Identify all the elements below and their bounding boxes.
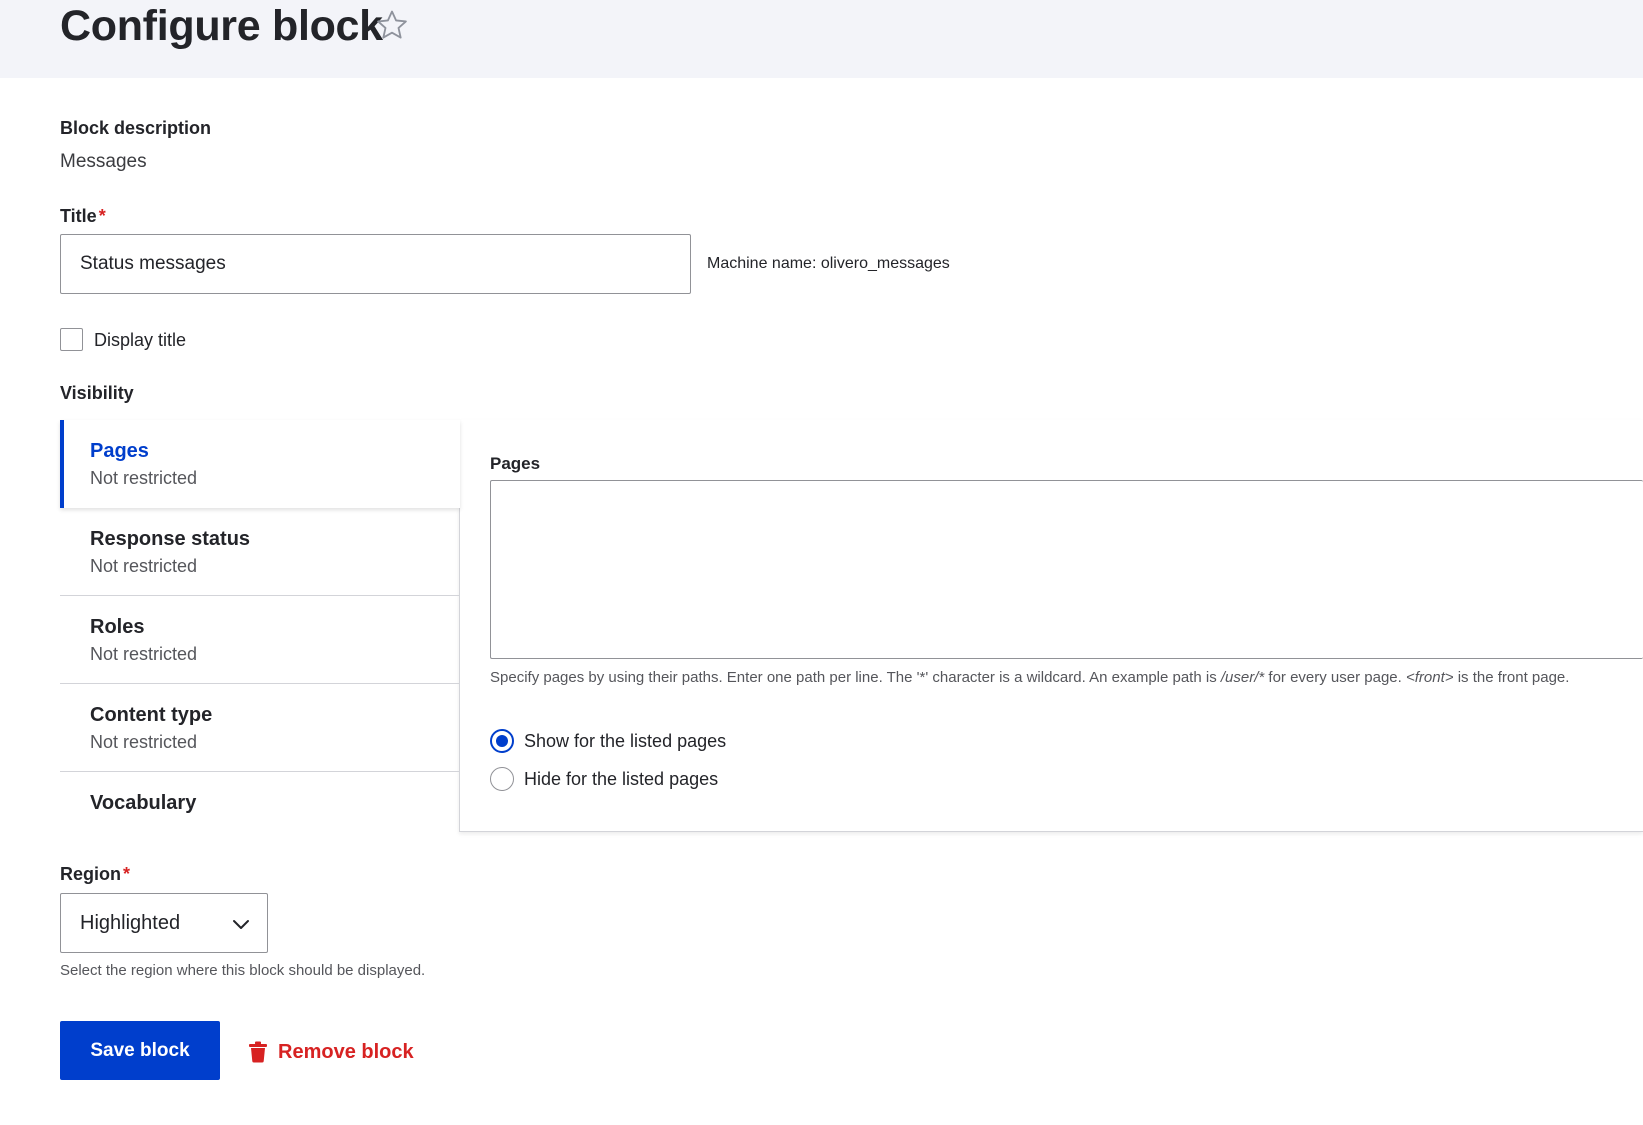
tab-response-status[interactable]: Response status Not restricted (60, 508, 460, 596)
show-listed-label[interactable]: Show for the listed pages (524, 731, 726, 752)
tab-content-type[interactable]: Content type Not restricted (60, 684, 460, 772)
trash-icon (249, 1041, 267, 1063)
block-description-value: Messages (60, 151, 147, 172)
help-front: <front> (1405, 669, 1454, 686)
pages-label: Pages (490, 454, 541, 473)
region-label-text: Region (60, 864, 121, 884)
tab-pages[interactable]: Pages Not restricted (60, 420, 460, 508)
remove-block-label: Remove block (278, 1040, 414, 1063)
region-select[interactable]: Highlighted (60, 893, 268, 953)
region-help: Select the region where this block shoul… (60, 962, 426, 979)
display-title-checkbox[interactable] (60, 328, 83, 351)
show-listed-radio[interactable] (490, 729, 514, 753)
title-label: Title * (60, 206, 106, 227)
tab-title: Vocabulary (90, 792, 197, 814)
region-label: Region * (60, 864, 130, 885)
block-description-label: Block description (60, 118, 212, 138)
tab-summary: Not restricted (90, 732, 198, 752)
machine-name: Machine name: olivero_messages (707, 255, 950, 272)
tab-title: Roles (90, 616, 145, 638)
page-header: Configure block (0, 0, 1643, 78)
star-outline-icon[interactable] (375, 8, 409, 42)
hide-listed-radio[interactable] (490, 767, 514, 791)
visibility-label: Visibility (60, 383, 134, 403)
tab-summary: Not restricted (90, 644, 198, 664)
help-text: for every user page. (1264, 669, 1406, 686)
region-selected-value: Highlighted (80, 912, 181, 934)
display-title-label[interactable]: Display title (94, 330, 186, 351)
save-button[interactable]: Save block (60, 1021, 220, 1080)
help-example: /user/* (1220, 669, 1265, 686)
tab-title: Pages (90, 440, 149, 462)
tab-summary: Not restricted (90, 556, 198, 576)
required-marker: * (98, 206, 106, 226)
hide-listed-label[interactable]: Hide for the listed pages (524, 769, 718, 790)
remove-block-link[interactable]: Remove block (248, 1038, 414, 1066)
pages-textarea[interactable] (490, 480, 1643, 659)
tab-roles[interactable]: Roles Not restricted (60, 596, 460, 684)
tab-summary: Not restricted (90, 468, 198, 488)
title-label-text: Title (60, 206, 97, 226)
required-marker: * (123, 864, 131, 884)
tab-title: Content type (90, 704, 213, 726)
chevron-down-icon (233, 920, 249, 929)
help-text: is the front page. (1453, 669, 1570, 686)
tab-title: Response status (90, 528, 251, 550)
title-input[interactable] (60, 234, 691, 294)
help-text: Specify pages by using their paths. Ente… (490, 669, 1221, 686)
pages-help: Specify pages by using their paths. Ente… (490, 669, 1569, 686)
tab-vocabulary[interactable]: Vocabulary (60, 772, 460, 860)
page-title: Configure block (60, 2, 383, 50)
